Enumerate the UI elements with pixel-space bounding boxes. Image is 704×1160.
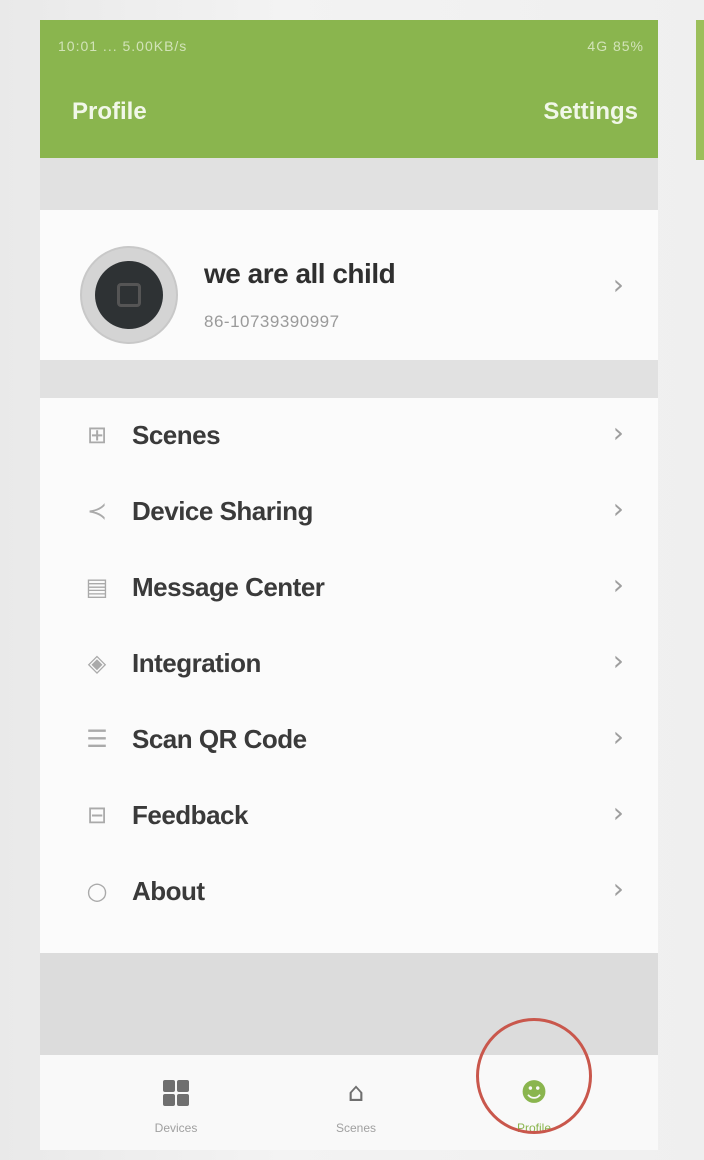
chevron-right-icon: › [612,796,624,829]
menu-item-label: About [132,876,205,906]
tab-devices[interactable]: Devices [116,1055,236,1150]
profile-name: we are all child [204,258,396,289]
section-divider [40,158,658,210]
section-divider [40,360,658,398]
chevron-right-icon: › [612,568,624,601]
menu-item-label: Scenes [132,420,221,450]
tab-label: Scenes [335,1121,377,1135]
settings-button[interactable]: Settings [543,98,638,126]
menu-item-integration[interactable]: ◈ Integration › [40,626,658,702]
status-bar-left: 10:01 ... 5.00KB/s [58,38,188,54]
avatar[interactable] [80,246,178,344]
chevron-right-icon: › [612,872,624,905]
chevron-right-icon: › [612,268,624,301]
tab-label: Devices [154,1121,198,1135]
avatar-placeholder-icon [117,283,141,307]
menu-item-message-center[interactable]: ▤ Message Center › [40,550,658,626]
status-bar: 10:01 ... 5.00KB/s 4G 85% [40,20,658,72]
menu-item-label: Integration [132,648,261,678]
status-bar-right: 4G 85% [587,38,644,54]
devices-grid-icon [160,1077,192,1109]
info-icon: ○ [86,877,108,905]
menu-item-label: Message Center [132,572,325,602]
adjacent-screen-edge [696,20,704,160]
scenes-icon: ⊞ [86,421,108,449]
message-icon: ▤ [85,573,109,601]
chevron-right-icon: › [612,416,624,449]
profile-id: 86-10739390997 [204,312,340,331]
app-header: 10:01 ... 5.00KB/s 4G 85% Profile Settin… [40,20,658,158]
menu-item-scenes[interactable]: ⊞ Scenes › [40,398,658,474]
integration-icon: ◈ [87,649,107,677]
tab-scenes[interactable]: ⌂ Scenes [296,1055,416,1150]
menu-item-device-sharing[interactable]: ≺ Device Sharing › [40,474,658,550]
menu-item-feedback[interactable]: ⊟ Feedback › [40,778,658,854]
menu-item-about[interactable]: ○ About › [40,854,658,930]
page-title: Profile [72,98,147,125]
home-icon: ⌂ [347,1078,365,1108]
phone-screen: 10:01 ... 5.00KB/s 4G 85% Profile Settin… [40,20,658,1150]
share-icon: ≺ [86,497,108,525]
menu-item-label: Scan QR Code [132,724,307,754]
chevron-right-icon: › [612,492,624,525]
menu-list: ⊞ Scenes › ≺ Device Sharing › ▤ Message … [40,398,658,953]
menu-item-label: Device Sharing [132,496,313,526]
menu-item-label: Feedback [132,800,248,830]
profile-card[interactable]: we are all child 86-10739390997 › [40,210,658,360]
menu-item-scan-qr-code[interactable]: ☰ Scan QR Code › [40,702,658,778]
chevron-right-icon: › [612,720,624,753]
feedback-icon: ⊟ [86,801,108,829]
chevron-right-icon: › [612,644,624,677]
qr-scan-icon: ☰ [86,725,108,753]
highlight-circle-annotation [476,1018,592,1134]
avatar-image [95,261,163,329]
